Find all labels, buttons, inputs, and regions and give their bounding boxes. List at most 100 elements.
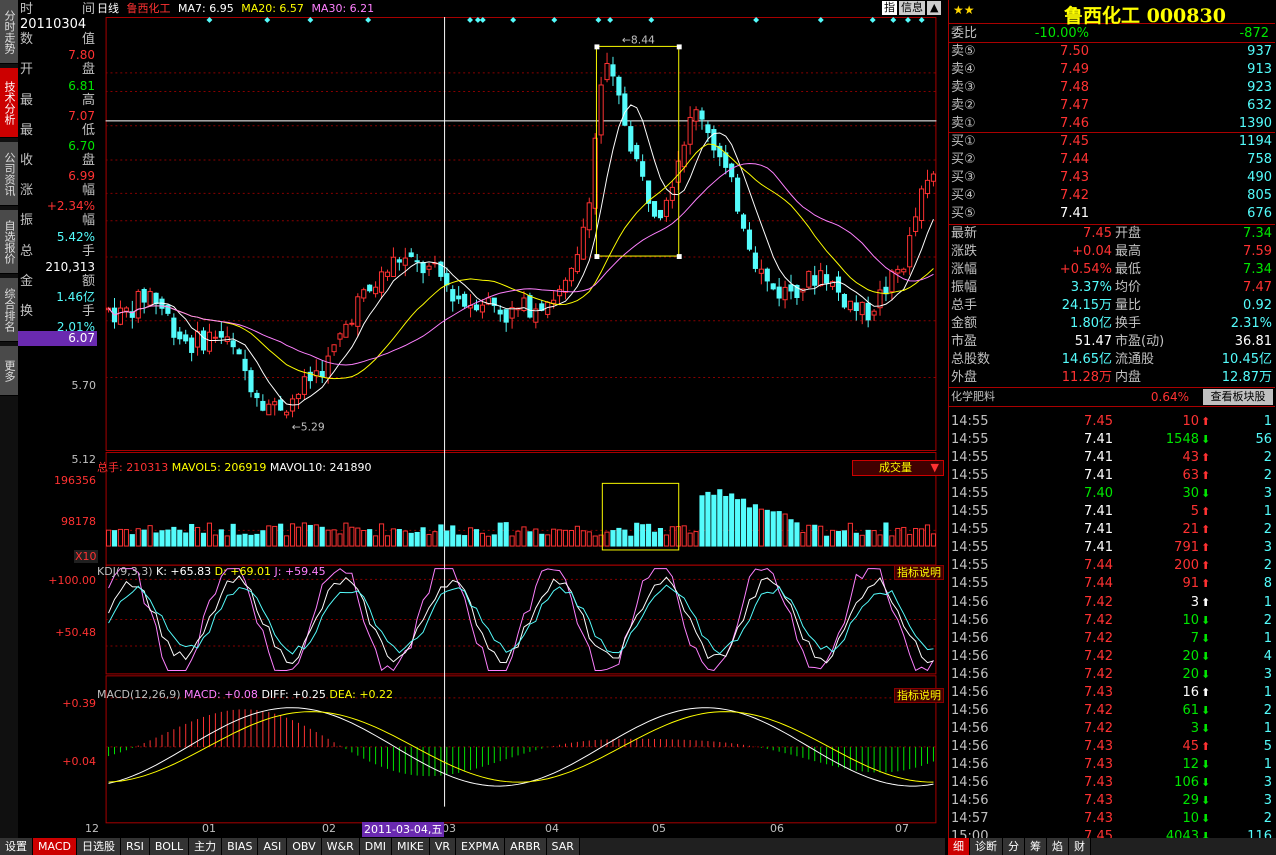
indicator-tab[interactable]: 日选股 — [76, 838, 121, 855]
indicator-tab[interactable]: VR — [429, 838, 457, 855]
kdj-explain-button[interactable]: 指标说明 — [894, 565, 944, 580]
volume-bar — [147, 525, 153, 547]
volume-bar — [414, 531, 420, 547]
ask-volume: 923 — [1247, 80, 1272, 95]
candle-body — [657, 209, 664, 219]
indicator-tab[interactable]: SAR — [546, 838, 580, 855]
view-sector-button[interactable]: 查看板块股 — [1203, 389, 1273, 405]
volume-bar — [444, 530, 450, 547]
arrow-up-icon: ⬆ — [1201, 469, 1211, 483]
tick-count: 1 — [1263, 504, 1272, 520]
left-tab-1[interactable]: 技术分析 — [0, 68, 18, 138]
info-label: 最 — [20, 122, 34, 138]
volume-bar — [123, 529, 129, 547]
indicator-tab[interactable]: ARBR — [505, 838, 547, 855]
volume-bar — [640, 524, 646, 547]
left-tab-5[interactable]: 更多 — [0, 346, 18, 396]
indicator-tab[interactable]: RSI — [120, 838, 150, 855]
indicator-tab[interactable]: 设置 — [0, 838, 33, 855]
bid-price: 7.42 — [1060, 188, 1089, 203]
tick-count: 2 — [1263, 702, 1272, 718]
indicator-tab[interactable]: BOLL — [149, 838, 190, 855]
ask-label: 卖③ — [951, 80, 976, 95]
arrow-down-icon: ⬇ — [1201, 667, 1211, 681]
bid-label: 买② — [951, 152, 976, 167]
weibi-pct: -10.00% — [1034, 26, 1089, 41]
volume-bar — [752, 504, 758, 547]
weibi-label: 委比 — [951, 26, 978, 41]
kline-chart[interactable]: ←8.44 ←5.29 — [97, 17, 945, 838]
left-tab-3[interactable]: 自选报价 — [0, 210, 18, 274]
info-value: 7.07 — [68, 108, 95, 123]
info-label: 振 — [20, 213, 34, 229]
tick-volume: 10 — [1182, 811, 1199, 827]
tick-volume: 7 — [1190, 630, 1199, 646]
quote-tab[interactable]: 分 — [1003, 838, 1025, 855]
indicator-tab[interactable]: BIAS — [222, 838, 259, 855]
stat-label: 量比 — [1115, 298, 1142, 313]
left-tab-2[interactable]: 公司资讯 — [0, 142, 18, 206]
arrow-up-icon: ⬆ — [1201, 559, 1211, 573]
volume-bar — [746, 507, 753, 547]
bid-price: 7.45 — [1060, 134, 1089, 149]
macd-explain-button[interactable]: 指标说明 — [894, 688, 944, 703]
indicator-tab[interactable]: EXPMA — [456, 838, 506, 855]
candle-body — [853, 302, 859, 312]
candle-body — [764, 268, 770, 282]
volume-bar — [159, 530, 165, 547]
tick-price: 7.41 — [1084, 468, 1113, 484]
tick-price: 7.45 — [1084, 414, 1113, 429]
indicator-tab[interactable]: MIKE — [391, 838, 430, 855]
arrow-up-icon: ⬆ — [1201, 577, 1211, 591]
selection-handle — [676, 254, 682, 259]
indicator-tab[interactable]: 主力 — [189, 838, 223, 855]
volume-bar — [800, 531, 806, 547]
indicator-tab[interactable]: ASI — [258, 838, 288, 855]
quote-tab[interactable]: 焰 — [1047, 838, 1069, 855]
stock-title: 鲁西化工 000830 — [1064, 5, 1226, 27]
volume-bar — [189, 523, 195, 547]
quote-tab[interactable]: 细 — [948, 838, 970, 855]
left-tab-4[interactable]: 综合排名 — [0, 278, 18, 342]
close-icon[interactable]: ▲ — [927, 1, 942, 15]
candle-body — [426, 265, 432, 270]
tick-price: 7.43 — [1084, 793, 1113, 809]
volume-bar — [889, 535, 895, 547]
period-label: 日线 — [97, 2, 119, 15]
volume-dropdown[interactable]: 成交量 ▼ — [852, 460, 944, 476]
info-value: 手 — [81, 243, 95, 259]
tick-price: 7.42 — [1084, 666, 1113, 682]
tick-count: 1 — [1263, 414, 1272, 429]
quote-tab[interactable]: 筹 — [1025, 838, 1047, 855]
bid-label: 买① — [951, 134, 976, 149]
tick-count: 1 — [1263, 720, 1272, 736]
volume-bar — [924, 524, 931, 547]
tick-count: 2 — [1263, 522, 1272, 538]
candle-body — [835, 276, 842, 293]
volume-bar — [343, 522, 349, 547]
info-button[interactable]: 信息 — [899, 1, 925, 15]
tick-volume: 106 — [1174, 775, 1199, 790]
candle-body — [266, 403, 272, 416]
indicator-tab[interactable]: MACD — [33, 838, 77, 855]
tick-time: 14:55 — [951, 468, 989, 484]
stock-name-label: 鲁西化工 — [126, 2, 171, 15]
zhi-button[interactable]: 指 — [882, 1, 897, 15]
quote-tab[interactable]: 诊断 — [970, 838, 1003, 855]
tick-time: 14:56 — [951, 720, 989, 736]
volume-bar — [610, 530, 616, 547]
volume-bar — [408, 532, 414, 547]
ask-volume: 632 — [1247, 98, 1272, 113]
indicator-tab[interactable]: OBV — [287, 838, 322, 855]
candle-body — [628, 126, 634, 152]
indicator-tab[interactable]: W&R — [321, 838, 360, 855]
weibi-diff: -872 — [1239, 26, 1269, 41]
tick-volume: 43 — [1182, 450, 1199, 466]
quote-tab[interactable]: 财 — [1069, 838, 1091, 855]
indicator-tab[interactable]: DMI — [359, 838, 392, 855]
candle-body — [634, 145, 640, 160]
tick-price: 7.43 — [1084, 756, 1113, 772]
ask-volume: 937 — [1247, 44, 1272, 59]
left-tab-0[interactable]: 分时走势 — [0, 0, 18, 64]
tick-count: 5 — [1263, 738, 1272, 754]
